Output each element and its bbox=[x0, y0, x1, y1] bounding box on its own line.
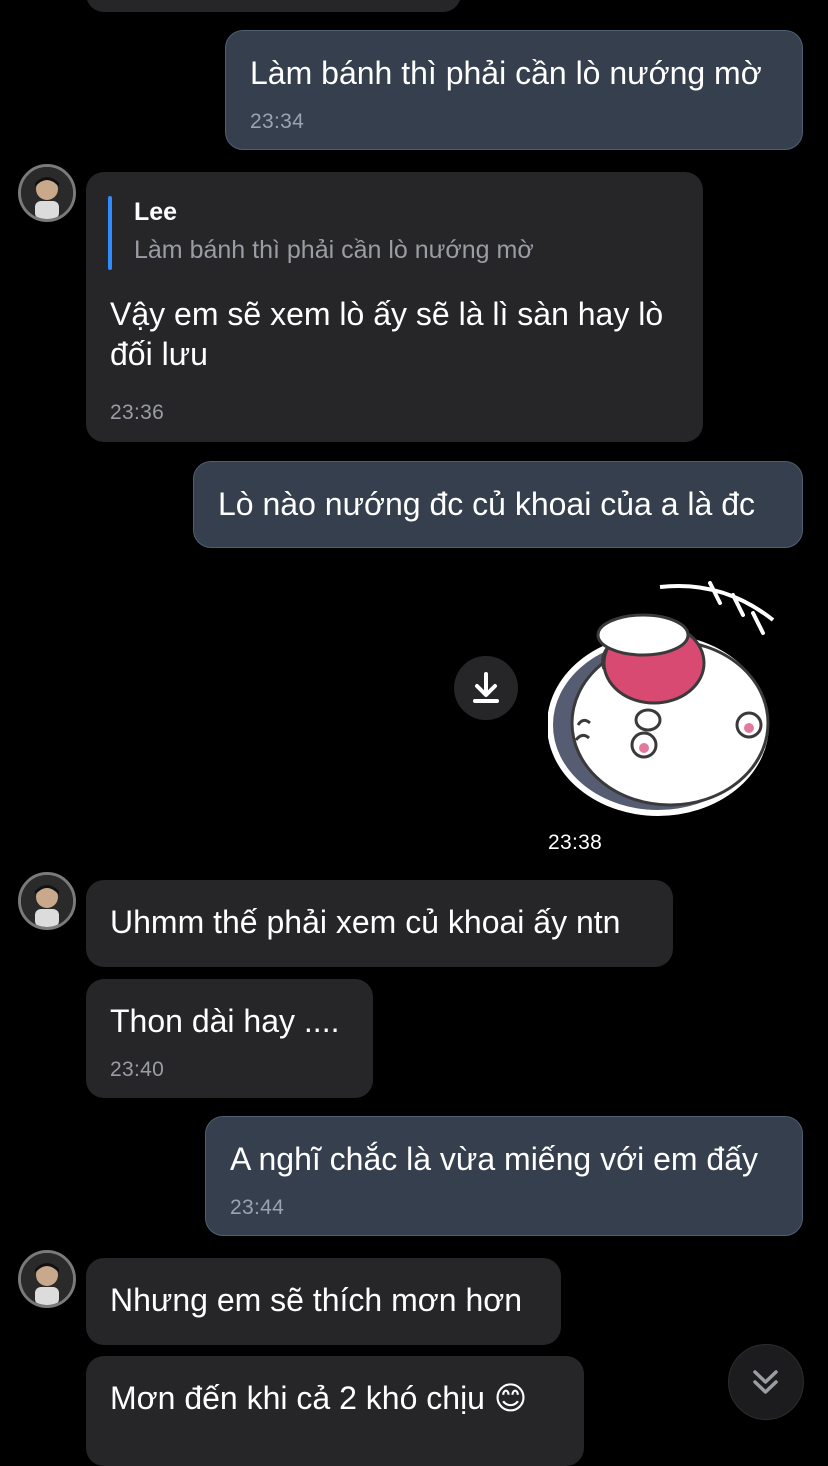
avatar[interactable] bbox=[18, 1250, 76, 1308]
message-text: Thon dài hay .... bbox=[110, 1003, 340, 1039]
message-time: 23:34 bbox=[250, 110, 305, 133]
message-text-line-1: Vậy em sẽ xem lò ấy sẽ là lì sàn hay lò bbox=[110, 296, 664, 332]
message-text-content: Mơn đến khi cả 2 khó chịu bbox=[110, 1380, 485, 1416]
avatar-photo-icon bbox=[21, 875, 73, 927]
scroll-to-bottom-button[interactable] bbox=[728, 1344, 804, 1420]
message-time: 23:36 bbox=[110, 401, 165, 424]
download-icon bbox=[473, 672, 499, 703]
message-text: Uhmm thế phải xem củ khoai ấy ntn bbox=[110, 904, 621, 940]
avatar-photo-icon bbox=[21, 167, 73, 219]
cat-sticker-icon bbox=[547, 581, 775, 816]
incoming-message[interactable]: Uhmm thế phải xem củ khoai ấy ntn bbox=[86, 880, 673, 967]
reply-sender-name: Lee bbox=[134, 198, 178, 226]
incoming-message[interactable]: Mơn đến khi cả 2 khó chịu 😊 bbox=[86, 1356, 584, 1466]
incoming-message[interactable]: Nhưng em sẽ thích mơn hơn bbox=[86, 1258, 561, 1345]
message-text: Mơn đến khi cả 2 khó chịu 😊 bbox=[110, 1378, 527, 1418]
message-text: A nghĩ chắc là vừa miếng với em đấy bbox=[230, 1141, 758, 1177]
avatar[interactable] bbox=[18, 872, 76, 930]
outgoing-message[interactable]: A nghĩ chắc là vừa miếng với em đấy 23:4… bbox=[205, 1116, 803, 1236]
message-text: Nhưng em sẽ thích mơn hơn bbox=[110, 1282, 523, 1318]
chevron-double-down-icon bbox=[753, 1370, 778, 1394]
reply-quoted-text: Làm bánh thì phải cần lò nướng mờ bbox=[134, 236, 534, 264]
incoming-message[interactable]: Thon dài hay .... 23:40 bbox=[86, 979, 373, 1098]
message-text-line-2: đối lưu bbox=[110, 336, 208, 372]
smile-emoji-icon: 😊 bbox=[493, 1379, 528, 1417]
avatar-photo-icon bbox=[21, 1253, 73, 1305]
message-bubble-cutoff[interactable] bbox=[86, 0, 461, 12]
outgoing-message[interactable]: Lò nào nướng đc củ khoai của a là đc bbox=[193, 461, 803, 548]
cat-sticker[interactable] bbox=[547, 575, 790, 820]
incoming-message-reply[interactable]: Lee Làm bánh thì phải cần lò nướng mờ Vậ… bbox=[86, 172, 703, 442]
message-time: 23:40 bbox=[110, 1058, 165, 1081]
sticker-time: 23:38 bbox=[548, 831, 603, 854]
avatar[interactable] bbox=[18, 164, 76, 222]
message-time: 23:44 bbox=[230, 1196, 285, 1219]
reply-bar bbox=[108, 196, 112, 270]
message-text: Lò nào nướng đc củ khoai của a là đc bbox=[218, 486, 755, 522]
message-text: Làm bánh thì phải cần lò nướng mờ bbox=[250, 55, 762, 91]
outgoing-message[interactable]: Làm bánh thì phải cần lò nướng mờ 23:34 bbox=[225, 30, 803, 150]
download-button[interactable] bbox=[454, 656, 518, 720]
